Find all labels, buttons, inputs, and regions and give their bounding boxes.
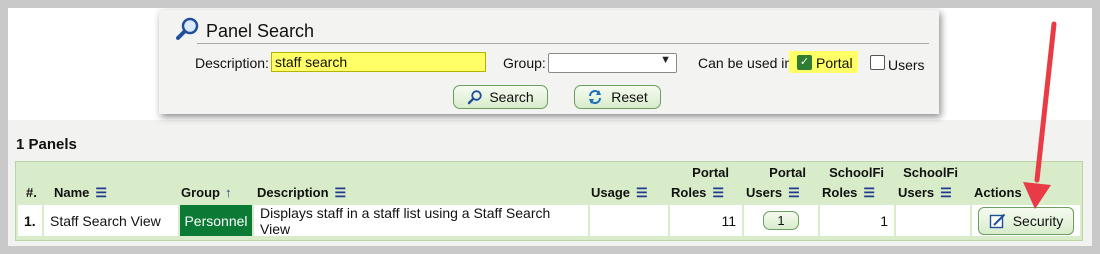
users-checkbox[interactable] <box>870 55 885 70</box>
search-button-label: Search <box>489 89 534 105</box>
security-button[interactable]: Security <box>978 206 1074 235</box>
col-header-schoolfi-roles-top: SchoolFi <box>829 165 884 180</box>
portal-users-count-button[interactable]: 1 <box>763 211 799 230</box>
row-schoolfi-roles: 1 <box>820 205 896 236</box>
menu-icon: ☰ <box>940 185 952 200</box>
portal-option-highlight: ✓ Portal <box>789 51 858 73</box>
page-frame: Panel Search Description: Group: ▼ Can b… <box>8 8 1092 246</box>
row-number: 1. <box>18 205 44 236</box>
group-label: Group: <box>503 55 546 71</box>
menu-icon: ☰ <box>334 185 347 200</box>
row-actions-cell: Security <box>972 205 1080 236</box>
col-header-portal-roles[interactable]: Roles ☰ <box>671 183 724 203</box>
menu-icon: ☰ <box>863 185 876 200</box>
col-header-portal-roles-label: Roles <box>671 185 707 200</box>
col-header-portal-users-label: Users <box>746 185 783 200</box>
description-input[interactable] <box>271 52 486 72</box>
menu-icon: ☰ <box>788 185 800 200</box>
table-row: 1. Staff Search View Personnel Displays … <box>18 205 1080 237</box>
panel-title: Panel Search <box>206 21 315 41</box>
results-table: #. Name ☰ Group ↑ Description ☰ Usage ☰ Port… <box>15 161 1083 241</box>
menu-icon: ☰ <box>95 185 108 200</box>
sort-ascending-icon: ↑ <box>225 185 232 200</box>
menu-icon: ☰ <box>712 185 725 200</box>
col-header-name-label: Name <box>54 185 90 200</box>
refresh-icon <box>587 89 603 105</box>
col-header-usage-label: Usage <box>591 185 631 200</box>
search-icon <box>467 89 483 105</box>
portal-checkbox[interactable]: ✓ <box>797 55 812 70</box>
col-header-schoolfi-roles[interactable]: Roles ☰ <box>822 183 875 203</box>
results-count-title: 1 Panels <box>16 136 77 153</box>
title-divider <box>197 43 929 44</box>
panel-search-box: Panel Search Description: Group: ▼ Can b… <box>159 10 939 114</box>
description-label: Description: <box>195 55 269 71</box>
col-header-group[interactable]: Group ↑ <box>181 183 232 203</box>
col-header-portal-users[interactable]: Users ☰ <box>746 183 800 203</box>
security-button-label: Security <box>1012 212 1064 229</box>
chevron-down-icon: ▼ <box>660 54 671 66</box>
row-portal-roles: 11 <box>670 205 744 236</box>
row-schoolfi-users <box>896 205 972 236</box>
col-header-description-label: Description <box>257 185 329 200</box>
col-header-number: #. <box>26 185 37 200</box>
col-header-portal-roles-top: Portal <box>692 165 729 180</box>
reset-button-label: Reset <box>611 89 648 105</box>
col-header-schoolfi-roles-label: Roles <box>822 185 858 200</box>
portal-label: Portal <box>816 55 853 71</box>
col-header-portal-users-top: Portal <box>769 165 806 180</box>
col-header-description[interactable]: Description ☰ <box>257 183 346 203</box>
col-header-schoolfi-users-top: SchoolFi <box>903 165 958 180</box>
col-header-actions: Actions <box>974 185 1022 200</box>
col-header-schoolfi-users[interactable]: Users ☰ <box>898 183 952 203</box>
menu-icon: ☰ <box>636 185 648 200</box>
col-header-schoolfi-users-label: Users <box>898 185 935 200</box>
col-header-usage[interactable]: Usage ☰ <box>591 183 648 203</box>
search-button[interactable]: Search <box>453 85 548 109</box>
row-group-badge: Personnel <box>180 205 254 236</box>
group-select[interactable]: ▼ <box>548 53 677 73</box>
row-portal-users-cell: 1 <box>744 205 820 236</box>
col-header-group-label: Group <box>181 185 220 200</box>
row-usage <box>590 205 670 236</box>
col-header-name[interactable]: Name ☰ <box>54 183 107 203</box>
row-description: Displays staff in a staff list using a S… <box>254 205 590 237</box>
row-name: Staff Search View <box>44 205 180 236</box>
users-label: Users <box>888 57 925 73</box>
reset-button[interactable]: Reset <box>574 85 661 109</box>
edit-icon <box>989 212 1007 230</box>
can-be-used-label: Can be used in: <box>698 55 797 71</box>
